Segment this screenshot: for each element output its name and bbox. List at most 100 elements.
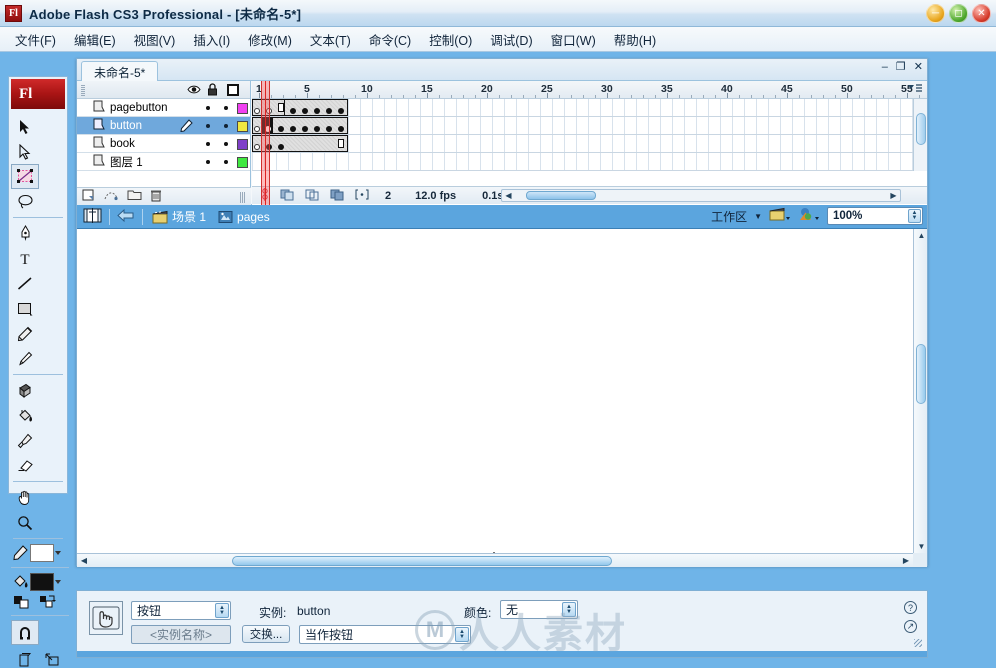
stage-canvas[interactable] bbox=[77, 229, 913, 567]
layer-row-layer1[interactable]: 图层 1 bbox=[77, 153, 250, 171]
subselection-tool[interactable] bbox=[11, 139, 39, 164]
timeline-ruler[interactable]: 15101520253035404550556065707580 bbox=[252, 81, 927, 99]
modify-onion-markers-button[interactable] bbox=[355, 188, 369, 204]
black-and-white-icon[interactable] bbox=[14, 595, 30, 610]
frame-row-book[interactable] bbox=[252, 135, 927, 153]
stroke-color-swatch[interactable] bbox=[30, 544, 54, 562]
snap-to-objects-icon[interactable] bbox=[11, 620, 39, 645]
panel-gripper[interactable] bbox=[81, 85, 85, 96]
layer-row-pagebutton[interactable]: pagebutton bbox=[77, 99, 250, 117]
free-transform-tool[interactable] bbox=[11, 164, 39, 189]
eyedropper-tool[interactable] bbox=[11, 428, 39, 453]
new-layer-button[interactable] bbox=[82, 189, 96, 205]
instance-name-input[interactable]: <实例名称> bbox=[131, 625, 231, 644]
stage-scroll-left-icon[interactable]: ◀ bbox=[78, 555, 90, 566]
fill-color-swatch[interactable] bbox=[30, 573, 54, 591]
stage-horizontal-scrollbar[interactable]: ◀ ▶ bbox=[77, 553, 913, 567]
menu-commands[interactable]: 命令(C) bbox=[360, 27, 420, 52]
minimize-button[interactable]: ─ bbox=[926, 4, 945, 23]
edit-scene-icon[interactable] bbox=[769, 207, 791, 225]
zoom-level-input[interactable]: 100% ▲ ▼ bbox=[827, 207, 923, 225]
layer-lock-dot[interactable] bbox=[224, 142, 228, 146]
menu-edit[interactable]: 编辑(E) bbox=[65, 27, 125, 52]
breadcrumb-scene[interactable]: 场景 1 bbox=[152, 208, 206, 225]
outline-icon[interactable] bbox=[227, 84, 239, 96]
timeline-hscroll-thumb[interactable] bbox=[526, 191, 596, 200]
timeline-horizontal-scrollbar[interactable]: ◀ ▶ bbox=[501, 189, 901, 202]
doc-minimize-button[interactable]: – bbox=[882, 62, 888, 73]
help-icon[interactable]: ? bbox=[904, 601, 917, 614]
menu-modify[interactable]: 修改(M) bbox=[239, 27, 301, 52]
layer-visibility-dot[interactable] bbox=[206, 160, 210, 164]
doc-close-button[interactable]: ✕ bbox=[914, 62, 923, 73]
menu-file[interactable]: 文件(F) bbox=[6, 27, 65, 52]
delete-layer-button[interactable] bbox=[150, 189, 162, 205]
layer-visibility-dot[interactable] bbox=[206, 124, 210, 128]
hand-tool[interactable] bbox=[11, 485, 39, 510]
pen-tool[interactable] bbox=[11, 221, 39, 246]
menu-insert[interactable]: 插入(I) bbox=[184, 27, 239, 52]
zoom-tool[interactable] bbox=[11, 510, 39, 535]
onion-skin-button[interactable] bbox=[280, 188, 295, 204]
swap-colors-icon[interactable] bbox=[40, 595, 56, 610]
timeline-options-icon[interactable] bbox=[907, 83, 923, 97]
stage-vertical-scrollbar[interactable]: ▲ ▼ bbox=[913, 229, 927, 553]
zoom-stepper[interactable]: ▲ ▼ bbox=[908, 209, 921, 223]
paint-bucket-tool[interactable] bbox=[11, 403, 39, 428]
layer-color-swatch[interactable] bbox=[237, 139, 248, 150]
stage-scroll-right-icon[interactable]: ▶ bbox=[900, 555, 912, 566]
timeline-vscroll-thumb[interactable] bbox=[916, 113, 926, 145]
frame-row-button[interactable] bbox=[252, 117, 927, 135]
layer-visibility-dot[interactable] bbox=[206, 142, 210, 146]
add-motion-guide-button[interactable] bbox=[104, 189, 119, 205]
edit-symbol-icon[interactable] bbox=[798, 207, 820, 225]
workspace-label[interactable]: 工作区 bbox=[711, 208, 747, 225]
stage-scroll-up-icon[interactable]: ▲ bbox=[916, 230, 927, 241]
color-select[interactable]: 无 ▲ ▼ bbox=[500, 600, 578, 619]
scale-icon[interactable] bbox=[38, 647, 65, 668]
eye-icon[interactable] bbox=[187, 84, 201, 98]
symbol-type-select[interactable]: 按钮 ▲ ▼ bbox=[131, 601, 231, 620]
layer-lock-dot[interactable] bbox=[224, 160, 228, 164]
layer-color-swatch[interactable] bbox=[237, 103, 248, 114]
onion-skin-outlines-button[interactable] bbox=[305, 188, 320, 204]
panel-resize-grip[interactable] bbox=[914, 639, 922, 647]
menu-help[interactable]: 帮助(H) bbox=[605, 27, 665, 52]
document-tab[interactable]: 未命名-5* bbox=[81, 61, 159, 82]
symbol-type-stepper[interactable]: ▲ ▼ bbox=[215, 603, 229, 618]
timeline-vertical-scrollbar[interactable] bbox=[913, 99, 927, 171]
doc-restore-button[interactable]: ❐ bbox=[896, 62, 906, 73]
close-button[interactable]: ✕ bbox=[972, 4, 991, 23]
layer-color-swatch[interactable] bbox=[237, 157, 248, 168]
line-tool[interactable] bbox=[11, 271, 39, 296]
layer-color-swatch[interactable] bbox=[237, 121, 248, 132]
eraser-tool[interactable] bbox=[11, 453, 39, 478]
layer-row-button[interactable]: button bbox=[77, 117, 250, 135]
frame-rate-indicator[interactable]: 12.0 fps bbox=[415, 190, 456, 202]
stage-vscroll-thumb[interactable] bbox=[916, 344, 926, 404]
text-tool[interactable]: T bbox=[11, 246, 39, 271]
scroll-right-icon[interactable]: ▶ bbox=[887, 190, 900, 201]
swap-button[interactable]: 交换... bbox=[242, 625, 290, 643]
frame-row-layer1[interactable] bbox=[252, 153, 927, 171]
maximize-button[interactable]: ◻ bbox=[949, 4, 968, 23]
button-behavior-stepper[interactable]: ▲ ▼ bbox=[455, 627, 469, 642]
menu-text[interactable]: 文本(T) bbox=[301, 27, 360, 52]
lock-icon[interactable] bbox=[207, 83, 218, 99]
lasso-tool[interactable] bbox=[11, 189, 39, 214]
stage-scroll-down-icon[interactable]: ▼ bbox=[916, 541, 927, 552]
button-behavior-select[interactable]: 当作按钮 ▲ ▼ bbox=[299, 625, 471, 644]
back-arrow-icon[interactable] bbox=[117, 208, 135, 226]
menu-control[interactable]: 控制(O) bbox=[420, 27, 481, 52]
rectangle-tool[interactable] bbox=[11, 296, 39, 321]
workspace-chevron-down-icon[interactable]: ▼ bbox=[754, 212, 762, 221]
frame-row-pagebutton[interactable] bbox=[252, 99, 927, 117]
expand-arrow-icon[interactable]: ↗ bbox=[904, 620, 917, 633]
stroke-color-chevron-down-icon[interactable] bbox=[55, 551, 61, 555]
layer-lock-dot[interactable] bbox=[224, 106, 228, 110]
breadcrumb-symbol[interactable]: pages bbox=[218, 210, 270, 224]
edit-multiple-frames-button[interactable] bbox=[330, 188, 345, 204]
scroll-left-icon[interactable]: ◀ bbox=[502, 190, 515, 201]
pencil-tool[interactable] bbox=[11, 321, 39, 346]
brush-tool[interactable] bbox=[11, 346, 39, 371]
